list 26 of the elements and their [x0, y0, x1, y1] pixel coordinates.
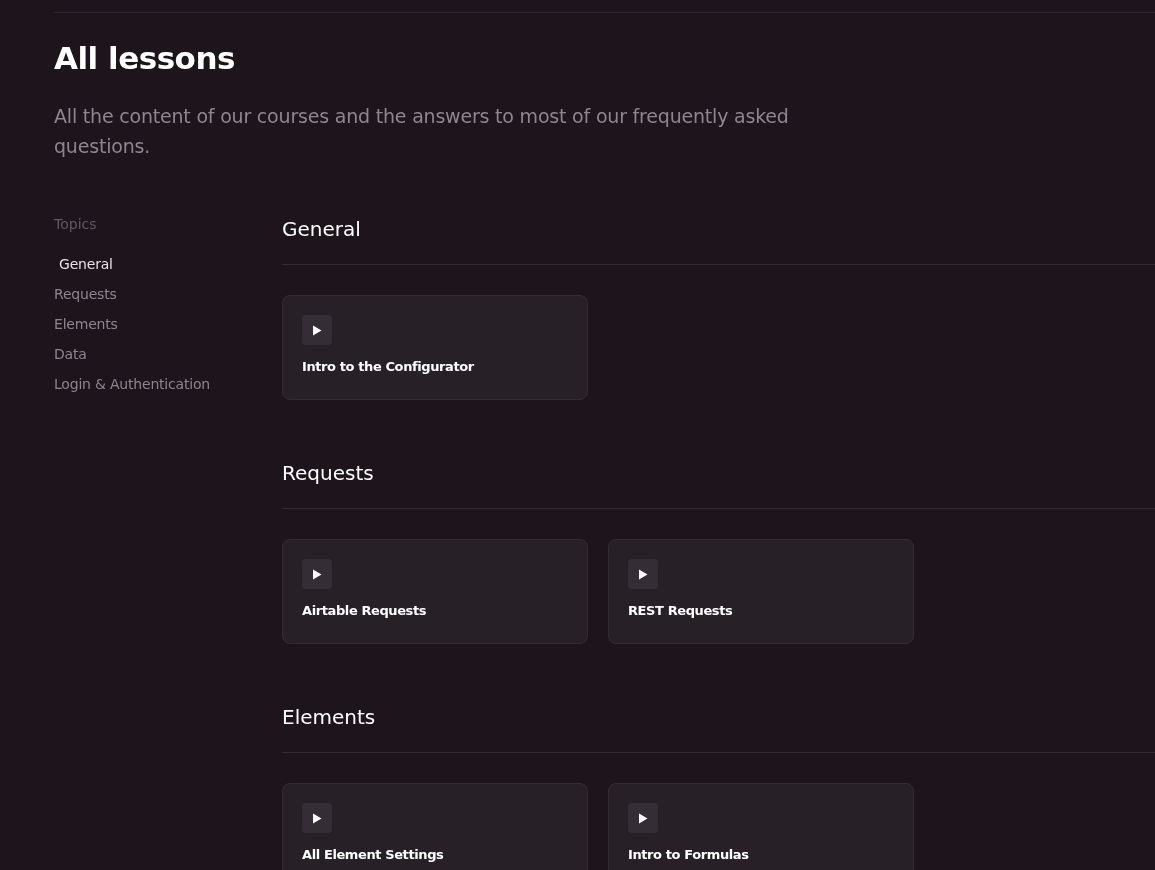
topic-link[interactable]: Elements [54, 314, 118, 334]
lesson-title: REST Requests [628, 602, 733, 620]
play-icon [302, 803, 332, 833]
topic-link[interactable]: Data [54, 344, 87, 364]
play-icon [302, 559, 332, 589]
topic-link[interactable]: Requests [54, 284, 117, 304]
lesson-title: Airtable Requests [302, 602, 427, 620]
lesson-title: Intro to Formulas [628, 846, 749, 864]
page-title: All lessons [54, 39, 236, 77]
play-icon [302, 315, 332, 345]
lesson-card[interactable]: Airtable Requests [282, 539, 588, 644]
section-heading: Elements [282, 704, 377, 730]
play-icon [628, 803, 658, 833]
page-subtitle: All the content of our courses and the answers to most of our frequently asked questions. [54, 104, 790, 159]
lesson-title: Intro to the Configurator [302, 358, 474, 376]
play-icon [628, 559, 658, 589]
topic-link[interactable]: Login & Authentication [54, 374, 210, 394]
lesson-card[interactable]: All Element Settings [282, 783, 588, 870]
section-heading: Requests [282, 460, 375, 486]
topic-link[interactable]: General [54, 254, 113, 274]
sidebar-heading: Topics [54, 215, 97, 234]
lesson-title: All Element Settings [302, 846, 444, 864]
section-heading: General [282, 216, 362, 242]
lesson-card[interactable]: REST Requests [608, 539, 914, 644]
lesson-card[interactable]: Intro to Formulas [608, 783, 914, 870]
lesson-card[interactable]: Intro to the Configurator [282, 295, 588, 400]
